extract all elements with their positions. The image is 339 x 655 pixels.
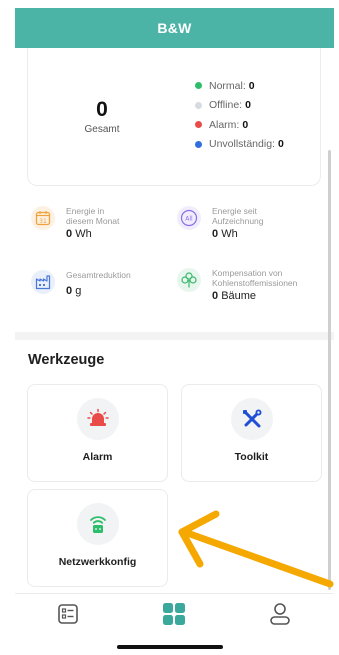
status-value: 0 bbox=[248, 79, 255, 92]
total-block: 0 Gesamt bbox=[68, 98, 136, 135]
factory-icon bbox=[31, 270, 55, 294]
status-label: Unvollständig: bbox=[209, 138, 275, 151]
tools-icon bbox=[230, 398, 273, 440]
status-dot-icon bbox=[195, 101, 202, 109]
status-alarm: Alarm: 0 bbox=[195, 115, 284, 135]
stat-label: Aufzeichnung bbox=[212, 216, 264, 226]
tools-section-title: Werkzeuge bbox=[28, 352, 105, 368]
calendar-icon: 31 bbox=[31, 206, 55, 230]
user-icon bbox=[270, 603, 290, 625]
tab-profile[interactable] bbox=[266, 600, 294, 628]
status-label: Alarm: bbox=[209, 118, 240, 131]
stat-value: 0 bbox=[212, 228, 219, 240]
stat-value: 0 bbox=[66, 228, 73, 240]
stat-label: diesem Monat bbox=[66, 216, 120, 226]
stat-unit: Bäume bbox=[221, 290, 257, 302]
siren-icon bbox=[76, 398, 119, 440]
home-indicator bbox=[117, 645, 223, 649]
stat-label: Energie seit bbox=[212, 206, 257, 216]
tool-label: Toolkit bbox=[234, 451, 269, 463]
device-summary-card: 0 Gesamt Normal: 0 Offline: 0 Alarm: 0 U… bbox=[27, 48, 321, 186]
status-list: Normal: 0 Offline: 0 Alarm: 0 Unvollstän… bbox=[195, 76, 284, 154]
total-value: 0 bbox=[96, 98, 108, 121]
grid-icon bbox=[163, 603, 185, 625]
stat-unit: g bbox=[75, 285, 82, 297]
stat-label: Kompensation von bbox=[212, 268, 283, 278]
bottom-tab-bar bbox=[15, 593, 334, 633]
status-dot-icon bbox=[195, 140, 202, 148]
stat-reduction: Gesamtreduktion 0 g bbox=[31, 270, 131, 297]
status-value: 0 bbox=[242, 118, 249, 131]
total-label: Gesamt bbox=[84, 124, 120, 135]
status-dot-icon bbox=[195, 121, 202, 129]
stat-value: 0 bbox=[66, 285, 73, 297]
status-label: Normal: bbox=[209, 79, 246, 92]
stat-label: Gesamtreduktion bbox=[66, 270, 131, 280]
status-label: Offline: bbox=[209, 99, 243, 112]
stat-label: Energie in bbox=[66, 206, 105, 216]
stat-unit: Wh bbox=[221, 228, 238, 240]
tool-toolkit-button[interactable]: Toolkit bbox=[181, 384, 322, 482]
stat-value: 0 bbox=[212, 290, 219, 302]
tree-icon bbox=[177, 268, 201, 292]
router-icon bbox=[76, 503, 119, 545]
section-divider bbox=[15, 332, 334, 340]
calendar-icon-text: 31 bbox=[39, 218, 47, 225]
all-energy-icon-text: All bbox=[185, 215, 193, 222]
status-normal: Normal: 0 bbox=[195, 76, 284, 96]
stat-energy-total: All Energie seit Aufzeichnung 0 Wh bbox=[177, 206, 264, 240]
status-incomplete: Unvollständig: 0 bbox=[195, 135, 284, 155]
tool-label: Alarm bbox=[82, 451, 113, 463]
all-energy-icon: All bbox=[177, 206, 201, 230]
status-value: 0 bbox=[245, 99, 251, 112]
annotation-arrow-icon bbox=[178, 510, 334, 588]
tab-list[interactable] bbox=[54, 600, 82, 628]
stat-unit: Wh bbox=[75, 228, 92, 240]
tool-network-config-button[interactable]: Netzwerkkonfig bbox=[27, 489, 168, 587]
stat-energy-month: 31 Energie in diesem Monat 0 Wh bbox=[31, 206, 119, 240]
status-offline: Offline: 0 bbox=[195, 96, 284, 116]
header-title: B&W bbox=[157, 20, 192, 36]
app-header: B&W bbox=[15, 8, 334, 48]
tool-alarm-button[interactable]: Alarm bbox=[27, 384, 168, 482]
status-dot-icon bbox=[195, 82, 202, 90]
status-value: 0 bbox=[277, 138, 284, 151]
tool-label: Netzwerkkonfig bbox=[58, 556, 137, 568]
list-icon bbox=[58, 604, 78, 624]
stat-label: Kohlenstoffemissionen bbox=[212, 278, 298, 288]
stat-carbon: Kompensation von Kohlenstoffemissionen 0… bbox=[177, 268, 297, 302]
tab-dashboard[interactable] bbox=[160, 600, 188, 628]
